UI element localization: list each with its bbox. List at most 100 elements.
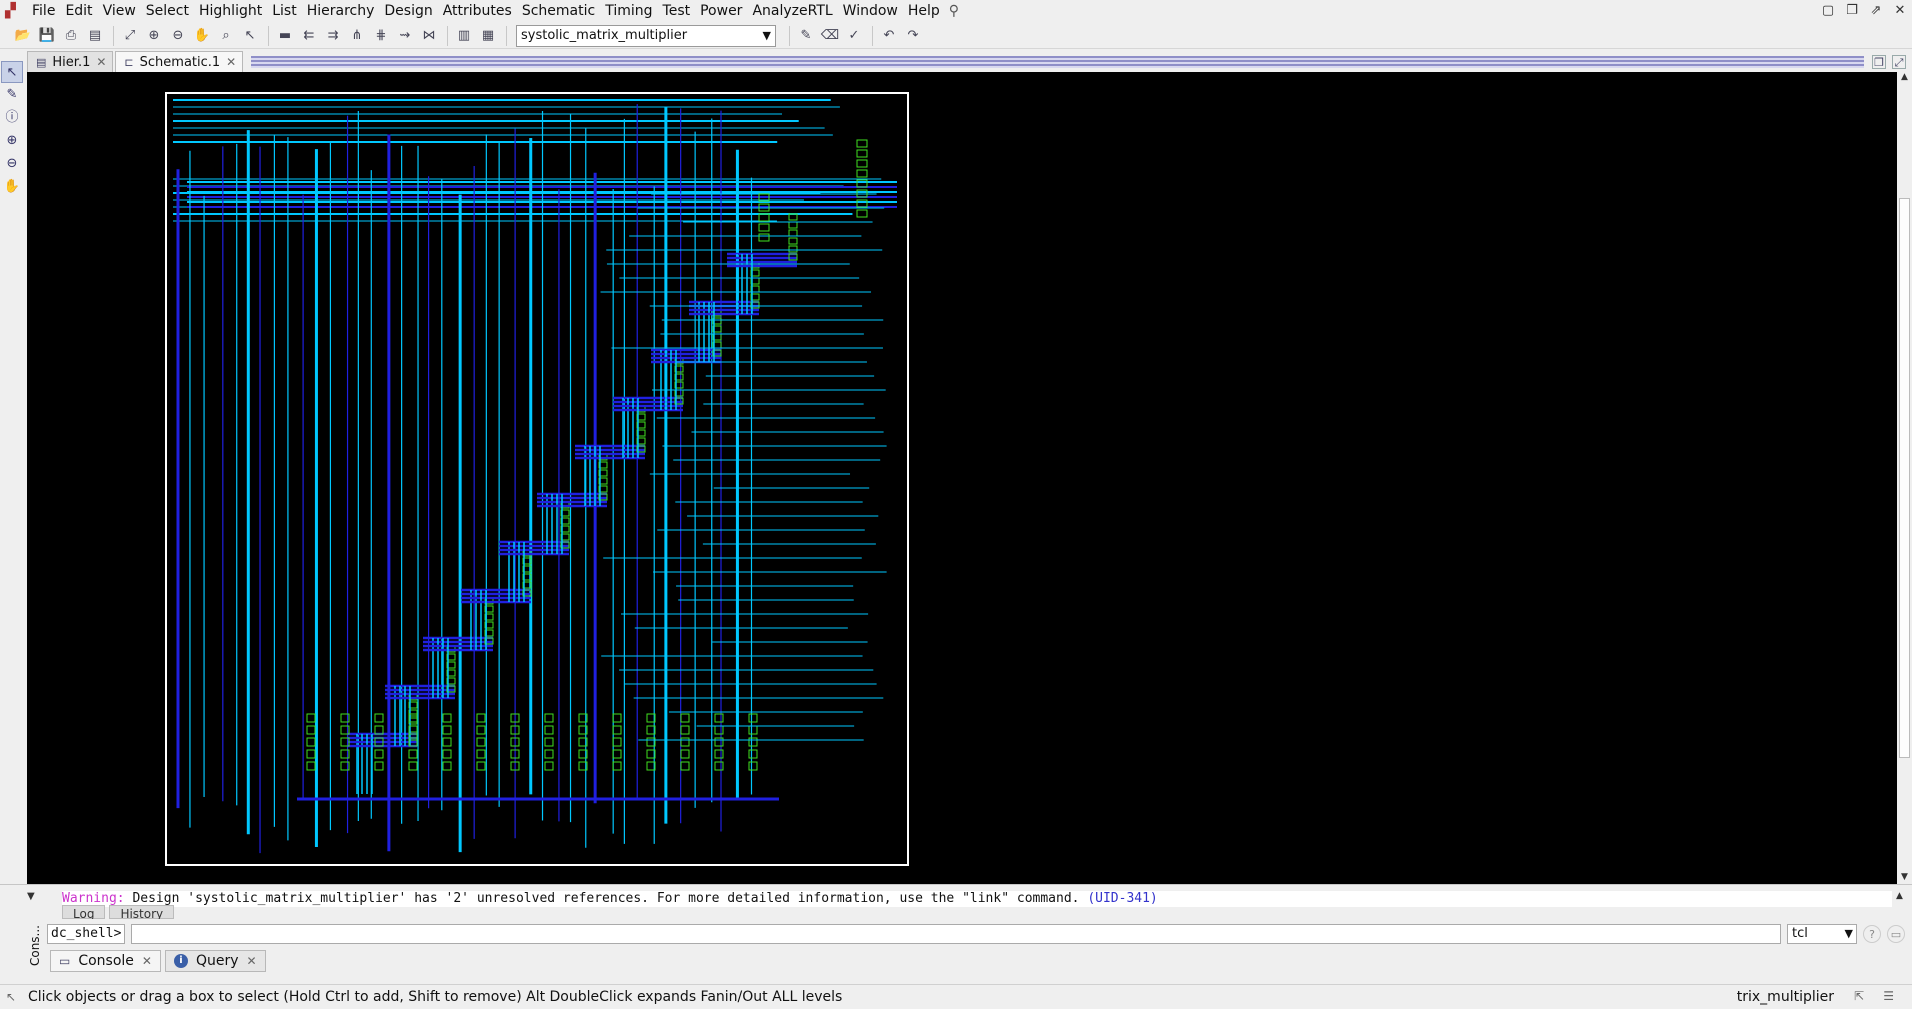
layout-icon[interactable]: ▢: [1820, 3, 1836, 19]
print-icon[interactable]: ⎙: [60, 25, 82, 47]
schematic-cell[interactable]: [714, 761, 724, 771]
tab-hier[interactable]: ▤ Hier.1 ✕: [27, 51, 114, 72]
schematic-cell[interactable]: [544, 713, 554, 723]
search-icon[interactable]: ⚲: [949, 3, 959, 19]
schematic-cell[interactable]: [442, 749, 452, 759]
schematic-cell[interactable]: [758, 223, 770, 232]
cell-icon[interactable]: ▬: [274, 25, 296, 47]
schematic-cell[interactable]: [680, 713, 690, 723]
schematic-cell[interactable]: [442, 737, 452, 747]
schematic-cell[interactable]: [612, 713, 622, 723]
collapse-icon[interactable]: ▼: [27, 891, 45, 902]
save-icon[interactable]: 💾: [36, 25, 58, 47]
menu-view[interactable]: View: [98, 0, 141, 22]
schematic-cell[interactable]: [476, 761, 486, 771]
menu-analyzertl[interactable]: AnalyzeRTL: [747, 0, 837, 22]
menu-test[interactable]: Test: [658, 0, 696, 22]
schematic-cell[interactable]: [714, 737, 724, 747]
trace-icon[interactable]: ⇝: [394, 25, 416, 47]
info-icon[interactable]: ⓘ: [1, 107, 23, 129]
back-icon[interactable]: ↶: [878, 25, 900, 47]
menu-help[interactable]: Help: [903, 0, 945, 22]
schematic-cell[interactable]: [748, 737, 758, 747]
warning-link[interactable]: (UID-341): [1087, 891, 1157, 906]
schematic-cell[interactable]: [544, 725, 554, 735]
schematic-cell[interactable]: [788, 229, 798, 237]
hand-icon[interactable]: ✋: [1, 176, 23, 198]
schematic-cell[interactable]: [856, 159, 868, 168]
schematic-cell[interactable]: [758, 213, 770, 222]
schematic-cell[interactable]: [748, 713, 758, 723]
schematic-cell[interactable]: [374, 749, 384, 759]
schematic-cell[interactable]: [612, 761, 622, 771]
expand-icon[interactable]: ⋔: [346, 25, 368, 47]
schematic-cell[interactable]: [748, 761, 758, 771]
close-icon[interactable]: ✕: [96, 55, 106, 69]
schematic-cell[interactable]: [306, 713, 316, 723]
close-icon[interactable]: ✕: [226, 55, 236, 69]
schematic-cell[interactable]: [442, 725, 452, 735]
schematic-frame[interactable]: [165, 92, 909, 866]
maximize-view-icon[interactable]: ⤢: [1892, 55, 1906, 69]
scroll-down-icon[interactable]: ▼: [1897, 872, 1912, 884]
schematic-cell[interactable]: [442, 713, 452, 723]
schematic-cell[interactable]: [788, 237, 798, 245]
schematic-cell[interactable]: [680, 761, 690, 771]
pan-icon[interactable]: ✋: [191, 25, 213, 47]
schematic-cell[interactable]: [612, 725, 622, 735]
tab-console[interactable]: ▭ Console ✕: [50, 950, 161, 972]
schematic-cell[interactable]: [758, 233, 770, 242]
detach-icon[interactable]: ⇗: [1868, 3, 1884, 19]
scrollbar-thumb[interactable]: [1899, 198, 1910, 758]
schematic-cell[interactable]: [714, 713, 724, 723]
command-input[interactable]: [131, 924, 1781, 944]
schematic-cell[interactable]: [788, 245, 798, 253]
tab-schematic[interactable]: ⊏ Schematic.1 ✕: [115, 51, 244, 72]
schematic-cell[interactable]: [476, 725, 486, 735]
menu-window[interactable]: Window: [838, 0, 903, 22]
shell-select[interactable]: tcl ▼: [1787, 924, 1857, 944]
list-icon[interactable]: ☰: [1883, 989, 1894, 1003]
highlight-icon[interactable]: ✎: [795, 25, 817, 47]
restore-view-icon[interactable]: ❐: [1872, 55, 1886, 69]
open-icon[interactable]: 📂: [12, 25, 34, 47]
schematic-cell[interactable]: [748, 725, 758, 735]
log-scroll-icon[interactable]: ▲: [1896, 891, 1908, 917]
zoom-fit-icon[interactable]: ⤢: [119, 25, 141, 47]
schematic-cell[interactable]: [544, 749, 554, 759]
zoom-out-icon[interactable]: ⊖: [167, 25, 189, 47]
schematic-cell[interactable]: [408, 749, 418, 759]
help-icon[interactable]: ?: [1863, 925, 1881, 943]
schematic-cell[interactable]: [714, 749, 724, 759]
menu-select[interactable]: Select: [141, 0, 194, 22]
schematic-cell[interactable]: [714, 725, 724, 735]
fanin-icon[interactable]: ⇇: [298, 25, 320, 47]
menu-highlight[interactable]: Highlight: [194, 0, 267, 22]
zoom-in-icon[interactable]: ⊕: [1, 130, 23, 152]
design-select[interactable]: systolic_matrix_multiplier ▼: [516, 24, 776, 47]
canvas-scrollbar[interactable]: ▲ ▼: [1897, 72, 1912, 884]
pointer-icon[interactable]: ↖: [1, 61, 23, 83]
route-icon[interactable]: ⋈: [418, 25, 440, 47]
schematic-cell[interactable]: [374, 713, 384, 723]
schematic-cell[interactable]: [612, 737, 622, 747]
check-icon[interactable]: ✓: [843, 25, 865, 47]
scroll-up-icon[interactable]: ▲: [1897, 72, 1912, 84]
histogram-icon[interactable]: ▥: [453, 25, 475, 47]
zoom-tool-icon[interactable]: ⌕: [215, 25, 237, 47]
menu-design[interactable]: Design: [379, 0, 437, 22]
schematic-cell[interactable]: [680, 749, 690, 759]
menu-edit[interactable]: Edit: [60, 0, 97, 22]
selection-icon[interactable]: ⇱: [1854, 989, 1864, 1003]
schematic-cell[interactable]: [856, 139, 868, 148]
schematic-cell[interactable]: [856, 149, 868, 158]
options-icon[interactable]: ▭: [1887, 925, 1905, 943]
menu-attributes[interactable]: Attributes: [438, 0, 517, 22]
schematic-cell[interactable]: [748, 749, 758, 759]
menu-schematic[interactable]: Schematic: [517, 0, 600, 22]
restore-icon[interactable]: ❐: [1844, 3, 1860, 19]
schematic-canvas[interactable]: [27, 72, 1897, 884]
collapse-icon[interactable]: ⋕: [370, 25, 392, 47]
menu-power[interactable]: Power: [695, 0, 747, 22]
select-tool-icon[interactable]: ↖: [239, 25, 261, 47]
